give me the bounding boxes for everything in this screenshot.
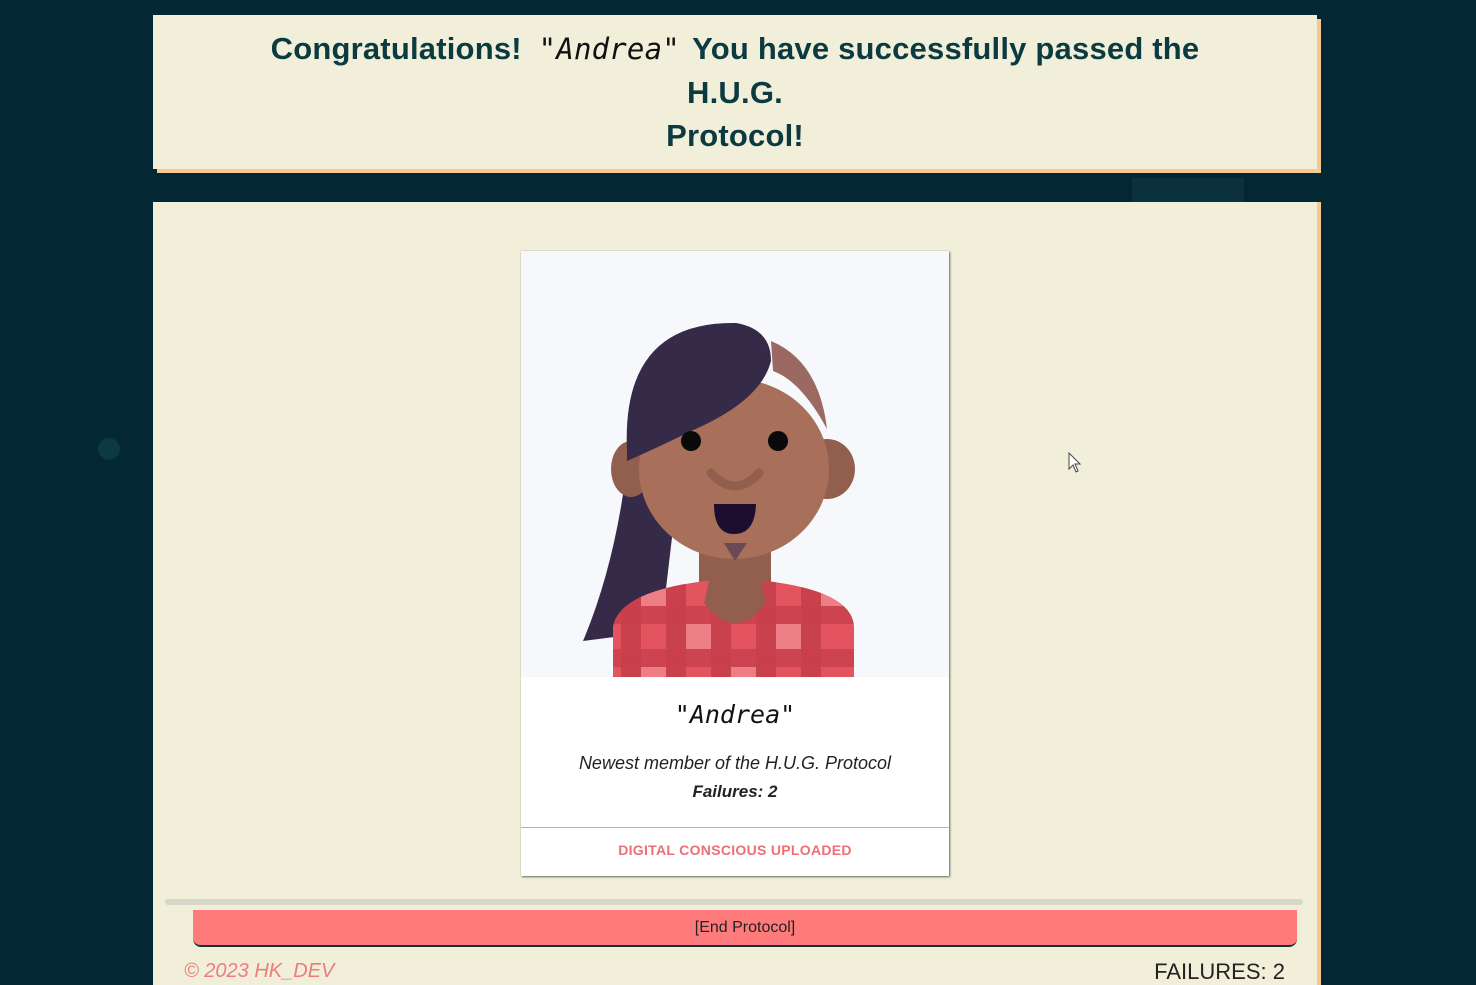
page: Congratulations! "Andrea" You have succe… xyxy=(0,0,1476,985)
congratulations-banner: Congratulations! "Andrea" You have succe… xyxy=(153,15,1317,169)
card-divider xyxy=(521,827,949,828)
section-divider xyxy=(165,899,1303,905)
end-protocol-button[interactable]: [End Protocol] xyxy=(193,910,1297,947)
background-tab xyxy=(1132,178,1244,202)
profile-card: "Andrea" Newest member of the H.U.G. Pro… xyxy=(521,251,949,876)
avatar-image xyxy=(521,251,949,677)
congratulations-suffix: You have successfully passed the H.U.G. xyxy=(687,31,1200,110)
footer-copyright: © 2023 HK_DEV xyxy=(184,960,335,982)
card-user-name: "Andrea" xyxy=(674,700,796,729)
card-description: Newest member of the H.U.G. Protocol xyxy=(578,753,892,773)
footer-failures-counter: FAILURES: 2 xyxy=(1154,959,1285,984)
mouse-cursor-icon xyxy=(1068,452,1082,473)
user-name: "Andrea" xyxy=(538,32,680,66)
woman-avatar-icon xyxy=(583,322,855,677)
congratulations-message: Congratulations! "Andrea" You have succe… xyxy=(233,27,1237,157)
card-status: DIGITAL CONSCIOUS UPLOADED xyxy=(618,842,852,858)
card-failures: Failures: 2 xyxy=(692,782,778,801)
congratulations-line2: Protocol! xyxy=(666,118,804,153)
congratulations-prefix: Congratulations! xyxy=(270,31,522,66)
main-panel: "Andrea" Newest member of the H.U.G. Pro… xyxy=(153,202,1317,985)
background-dot xyxy=(98,438,120,460)
